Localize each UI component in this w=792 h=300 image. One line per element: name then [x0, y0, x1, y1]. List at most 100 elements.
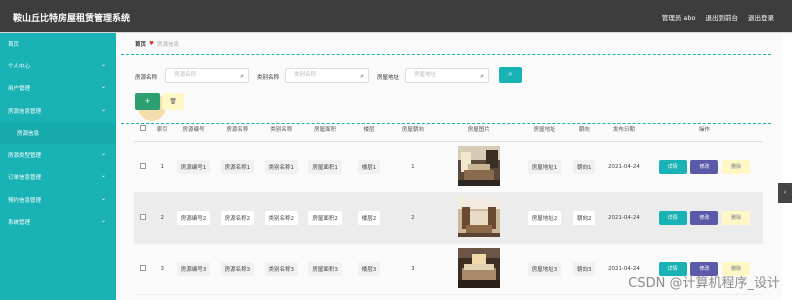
row-select-cell[interactable] [134, 192, 153, 244]
sidebar-item-personal-center[interactable]: 个人中心 ⌄ [0, 55, 116, 77]
sidebar-item-label: 个人中心 [8, 64, 31, 70]
col-header-type: 类别名称 [259, 117, 304, 142]
watermark: CSDN @计算机程序_设计 [628, 276, 780, 291]
cell-photo [434, 141, 523, 193]
sidebar-item-system-management[interactable]: 系统管理 ⌄ [0, 211, 116, 233]
trash-icon: 🗑 [169, 98, 177, 105]
row-checkbox[interactable] [140, 162, 147, 169]
col-header-code: 房源编号 [171, 117, 216, 142]
cell-orient-num: 3 [390, 243, 435, 295]
search-name-input[interactable]: 房源名称 ⌕ [165, 68, 249, 83]
cell-orientation-wrap: 朝向1 [566, 141, 602, 193]
scrollbar[interactable] [782, 33, 792, 300]
app-title: 鞍山丘比特房屋租赁管理系统 [13, 14, 131, 24]
chevron-down-icon: ⌄ [100, 61, 106, 68]
main-content: 首页 ♥ 房源信息 房源名称 房源名称 ⌕ 类别名称 类别名称 ⌕ 房屋地址 房… [116, 33, 782, 300]
table-header-row: 索引 房源编号 房源名称 类别名称 房屋面积 楼层 房屋朝向 房屋图片 房屋地址… [134, 117, 763, 142]
delete-button[interactable]: 删除 [722, 159, 751, 174]
top-bar: 鞍山丘比特房屋租赁管理系统 管理员 abo 退出到前台 退出登录 [0, 0, 792, 33]
row-select-cell[interactable] [134, 141, 153, 193]
table-row: 1 房源编号1 房源名称1 类别名称1 房屋面积1 楼层1 1 房屋地址1 朝向… [134, 141, 763, 193]
sidebar-item-listing-type-management[interactable]: 房源类型管理 ⌄ [0, 144, 116, 166]
cell-type-wrap: 类别名称3 [259, 243, 304, 295]
add-button[interactable]: + [135, 93, 160, 110]
sidebar-item-listing-management[interactable]: 房源信息管理 ⌄ [0, 100, 116, 122]
sidebar-item-user-management[interactable]: 用户管理 ⌄ [0, 77, 116, 99]
cell-name-wrap: 房源名称2 [215, 192, 260, 244]
select-all-cell[interactable] [134, 117, 153, 142]
sidebar-item-home[interactable]: 首页 [0, 33, 116, 55]
back-to-front-link[interactable]: 退出到前台 [706, 12, 739, 22]
col-header-name: 房源名称 [215, 117, 260, 142]
detail-button[interactable]: 详情 [658, 210, 687, 225]
cell-address-wrap: 房屋地址1 [522, 141, 567, 193]
cell-photo [434, 243, 523, 295]
cell-type: 类别名称1 [264, 159, 299, 174]
sidebar-item-reservation-management[interactable]: 预约信息管理 ⌄ [0, 189, 116, 211]
delete-button[interactable]: 删除 [722, 210, 751, 225]
row-checkbox[interactable] [140, 264, 147, 271]
cell-floor: 楼层3 [357, 261, 381, 276]
search-icon: ⌕ [240, 72, 244, 80]
cell-orientation-wrap: 朝向3 [566, 243, 602, 295]
search-type-input[interactable]: 类别名称 ⌕ [285, 68, 369, 83]
sidebar-item-label: 预约信息管理 [8, 198, 42, 204]
batch-delete-button[interactable]: 🗑 [162, 93, 184, 110]
cell-address: 房屋地址1 [527, 159, 562, 174]
edit-label: 修改 [699, 265, 710, 272]
search-address-input[interactable]: 房屋地址 ⌕ [405, 68, 489, 83]
col-header-photo: 房屋图片 [434, 117, 523, 142]
chevron-down-icon: ⌄ [100, 83, 106, 90]
house-photo [457, 247, 500, 288]
search-button[interactable]: ⌕ [499, 67, 522, 83]
sidebar-item-order-management[interactable]: 订单信息管理 ⌄ [0, 166, 116, 188]
cell-area-wrap: 房屋面积1 [303, 141, 348, 193]
cell-photo [434, 192, 523, 244]
detail-label: 详情 [667, 214, 678, 221]
search-name-label: 房源名称 [135, 75, 158, 81]
cell-index: 2 [152, 192, 172, 244]
delete-label: 删除 [731, 214, 742, 221]
cell-area: 房屋面积1 [308, 159, 342, 174]
sidebar-item-label: 用户管理 [8, 86, 31, 92]
row-select-cell[interactable] [134, 243, 153, 295]
edit-button[interactable]: 修改 [690, 210, 719, 225]
search-icon: ⌕ [480, 72, 484, 80]
cell-orientation: 朝向2 [572, 210, 596, 225]
sidebar-item-label: 房源类型管理 [8, 153, 42, 159]
col-header-date: 发布日期 [602, 117, 646, 142]
detail-button[interactable]: 详情 [658, 159, 687, 174]
cell-name: 房源名称3 [220, 261, 255, 276]
sidebar-item-label: 房源信息管理 [8, 109, 42, 115]
row-checkbox[interactable] [140, 213, 147, 220]
search-icon: ⌕ [360, 72, 364, 80]
edit-button[interactable]: 修改 [690, 159, 719, 174]
cell-floor: 楼层2 [357, 210, 381, 225]
col-header-area: 房屋面积 [303, 117, 348, 142]
cell-floor-wrap: 楼层3 [347, 243, 391, 295]
collapse-arrow-icon[interactable]: ‹ [778, 183, 792, 203]
cell-index: 1 [152, 141, 172, 193]
search-icon: ⌕ [508, 70, 513, 78]
chevron-down-icon: ⌄ [100, 172, 106, 179]
breadcrumb-home[interactable]: 首页 [135, 40, 146, 48]
sidebar-item-listing-info[interactable]: 房源信息 [0, 122, 116, 144]
detail-label: 详情 [667, 265, 678, 272]
select-all-checkbox[interactable] [140, 124, 147, 131]
cell-code-wrap: 房源编号2 [171, 192, 216, 244]
cell-index: 3 [152, 243, 172, 295]
cell-area: 房屋面积3 [308, 261, 342, 276]
cell-type-wrap: 类别名称1 [259, 141, 304, 193]
cell-name: 房源名称1 [220, 159, 255, 174]
divider [121, 54, 771, 55]
sidebar-item-label: 首页 [8, 42, 20, 48]
cell-actions: 详情 修改 删除 [645, 192, 763, 244]
col-header-orientation-num: 房屋朝向 [390, 117, 435, 142]
chevron-down-icon: ⌄ [100, 195, 106, 202]
sidebar-item-label: 房源信息 [17, 131, 40, 137]
heart-icon: ♥ [149, 41, 154, 47]
sidebar-item-label: 订单信息管理 [8, 175, 42, 181]
cell-orient-num: 2 [390, 192, 435, 244]
logout-link[interactable]: 退出登录 [748, 12, 774, 22]
cell-code-wrap: 房源编号3 [171, 243, 216, 295]
